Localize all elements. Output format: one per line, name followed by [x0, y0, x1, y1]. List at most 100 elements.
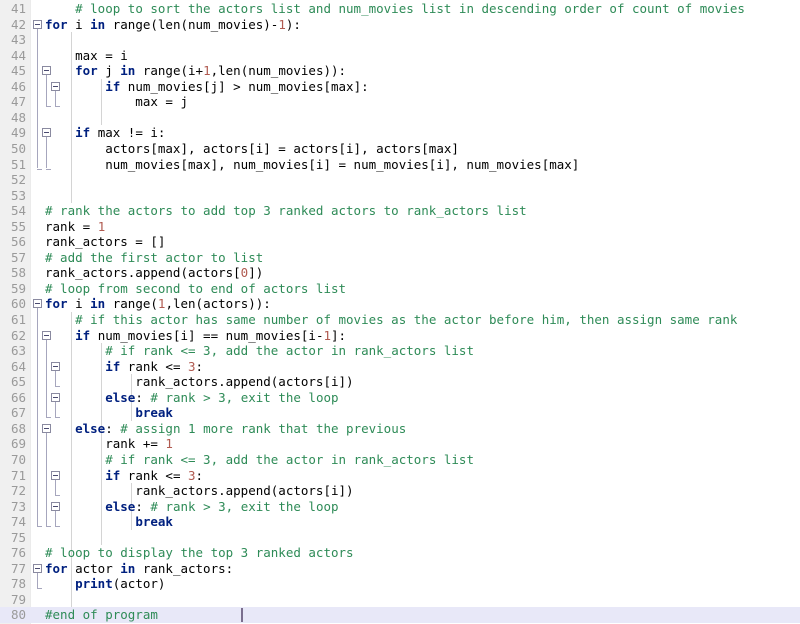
- code-line[interactable]: 54 # rank the actors to add top 3 ranked …: [0, 203, 800, 219]
- line-number: 54: [10, 203, 26, 219]
- line-number: 49: [10, 125, 26, 141]
- code-text: max = j: [45, 94, 188, 110]
- code-line[interactable]: 80 #end of program: [0, 607, 800, 623]
- line-number: 69: [10, 436, 26, 452]
- code-line[interactable]: 53: [0, 188, 800, 204]
- line-number: 72: [10, 483, 26, 499]
- code-line[interactable]: 71 if rank <= 3:: [0, 468, 800, 484]
- code-line[interactable]: 76 # loop to display the top 3 ranked act…: [0, 545, 800, 561]
- code-line[interactable]: 60 for i in range(1,len(actors)):: [0, 296, 800, 312]
- code-line[interactable]: 52: [0, 172, 800, 188]
- code-line[interactable]: 50 actors[max], actors[i] = actors[i], a…: [0, 141, 800, 157]
- code-line[interactable]: 41 # loop to sort the actors list and nu…: [0, 1, 800, 17]
- code-line[interactable]: 46 if num_movies[j] > num_movies[max]:: [0, 79, 800, 95]
- line-number: 48: [10, 109, 26, 125]
- code-line[interactable]: 70 # if rank <= 3, add the actor in rank…: [0, 452, 800, 468]
- code-line[interactable]: 75: [0, 530, 800, 546]
- line-number: 50: [10, 140, 26, 156]
- token-pl: actors[max], actors[i] = actors[i], acto…: [45, 140, 459, 156]
- line-number: 57: [10, 249, 26, 265]
- token-pl: rank <=: [120, 358, 189, 374]
- code-line[interactable]: 61 # if this actor has same number of mo…: [0, 312, 800, 328]
- code-text: # add the first actor to list: [45, 250, 263, 266]
- token-cm: # rank the actors to add top 3 ranked ac…: [45, 203, 527, 219]
- code-text: # if rank <= 3, add the actor in rank_ac…: [45, 452, 474, 468]
- code-line[interactable]: 66 else: # rank > 3, exit the loop: [0, 390, 800, 406]
- code-text: rank_actors.append(actors[0]): [45, 265, 263, 281]
- code-line[interactable]: 57 # add the first actor to list: [0, 250, 800, 266]
- code-line[interactable]: 43: [0, 32, 800, 48]
- code-text: # loop to sort the actors list and num_m…: [45, 1, 745, 17]
- code-line[interactable]: 47 max = j: [0, 94, 800, 110]
- token-num: 1: [165, 436, 173, 452]
- token-cm: # if rank <= 3, add the actor in rank_ac…: [105, 451, 474, 467]
- code-line[interactable]: 74 break: [0, 514, 800, 530]
- code-line[interactable]: 72 rank_actors.append(actors[i]): [0, 483, 800, 499]
- code-line[interactable]: 56 rank_actors = []: [0, 234, 800, 250]
- line-number: 59: [10, 280, 26, 296]
- token-pl: rank_actors.append(actors[i]): [45, 483, 354, 499]
- code-line[interactable]: 59 # loop from second to end of actors li…: [0, 281, 800, 297]
- code-line[interactable]: 67 break: [0, 405, 800, 421]
- line-number: 42: [10, 16, 26, 32]
- code-text: actors[max], actors[i] = actors[i], acto…: [45, 141, 459, 157]
- token-pl: max != i:: [90, 125, 166, 141]
- code-line[interactable]: 68 else: # assign 1 more rank that the p…: [0, 421, 800, 437]
- code-line[interactable]: 65 rank_actors.append(actors[i]): [0, 374, 800, 390]
- code-text: else: # rank > 3, exit the loop: [45, 390, 338, 406]
- code-text: print(actor): [45, 576, 165, 592]
- token-cm: # if this actor has same number of movie…: [75, 312, 738, 327]
- token-pl: max = i: [45, 47, 128, 63]
- code-line[interactable]: 77 for actor in rank_actors:: [0, 561, 800, 577]
- code-text: # if this actor has same number of movie…: [45, 312, 737, 328]
- code-line[interactable]: 69 rank += 1: [0, 436, 800, 452]
- line-number: 44: [10, 47, 26, 63]
- code-text: break: [45, 405, 173, 421]
- code-line[interactable]: 48: [0, 110, 800, 126]
- code-line[interactable]: 58 rank_actors.append(actors[0]): [0, 265, 800, 281]
- code-line[interactable]: 49 if max != i:: [0, 125, 800, 141]
- token-pl: num_movies[i] == num_movies[i-: [90, 327, 324, 343]
- code-text: num_movies[max], num_movies[i] = num_mov…: [45, 157, 579, 173]
- line-number: 51: [10, 156, 26, 172]
- token-cm: # loop to display the top 3 ranked actor…: [45, 545, 354, 561]
- code-line[interactable]: 78 print(actor): [0, 576, 800, 592]
- code-line[interactable]: 73 else: # rank > 3, exit the loop: [0, 499, 800, 515]
- token-kw: else: [75, 420, 106, 436]
- line-number: 62: [10, 327, 26, 343]
- token-pl: :: [195, 467, 204, 483]
- token-num: 3: [188, 358, 196, 374]
- line-number: 65: [10, 374, 26, 390]
- code-text: if rank <= 3:: [45, 359, 203, 375]
- token-kw: if: [75, 327, 91, 343]
- token-pl: num_movies[j] > num_movies[max]:: [120, 78, 369, 94]
- code-line[interactable]: 45 for j in range(i+1,len(num_movies)):: [0, 63, 800, 79]
- token-pl: range(: [105, 296, 158, 312]
- token-pl: num_movies[max], num_movies[i] = num_mov…: [45, 156, 580, 172]
- code-line[interactable]: 79: [0, 592, 800, 608]
- code-line[interactable]: 64 if rank <= 3:: [0, 359, 800, 375]
- line-number: 43: [10, 32, 26, 48]
- code-line[interactable]: 44 max = i: [0, 48, 800, 64]
- code-line[interactable]: 62 if num_movies[i] == num_movies[i-1]:: [0, 328, 800, 344]
- code-text: rank = 1: [45, 219, 105, 235]
- code-line[interactable]: 51 num_movies[max], num_movies[i] = num_…: [0, 157, 800, 173]
- token-pl: ,len(num_movies)):: [210, 63, 347, 79]
- line-number: 52: [10, 172, 26, 188]
- line-number: 68: [10, 420, 26, 436]
- code-text: else: # rank > 3, exit the loop: [45, 499, 338, 515]
- code-line[interactable]: 63 # if rank <= 3, add the actor in rank…: [0, 343, 800, 359]
- line-number: 58: [10, 265, 26, 281]
- token-kw: print: [75, 576, 113, 592]
- code-line[interactable]: 55 rank = 1: [0, 219, 800, 235]
- token-pl: :: [105, 420, 121, 436]
- code-line[interactable]: 42 for i in range(len(num_movies)-1):: [0, 17, 800, 33]
- code-editor[interactable]: 41 # loop to sort the actors list and nu…: [0, 0, 800, 624]
- token-pl: max = j: [45, 94, 188, 110]
- token-pl: ):: [285, 16, 301, 32]
